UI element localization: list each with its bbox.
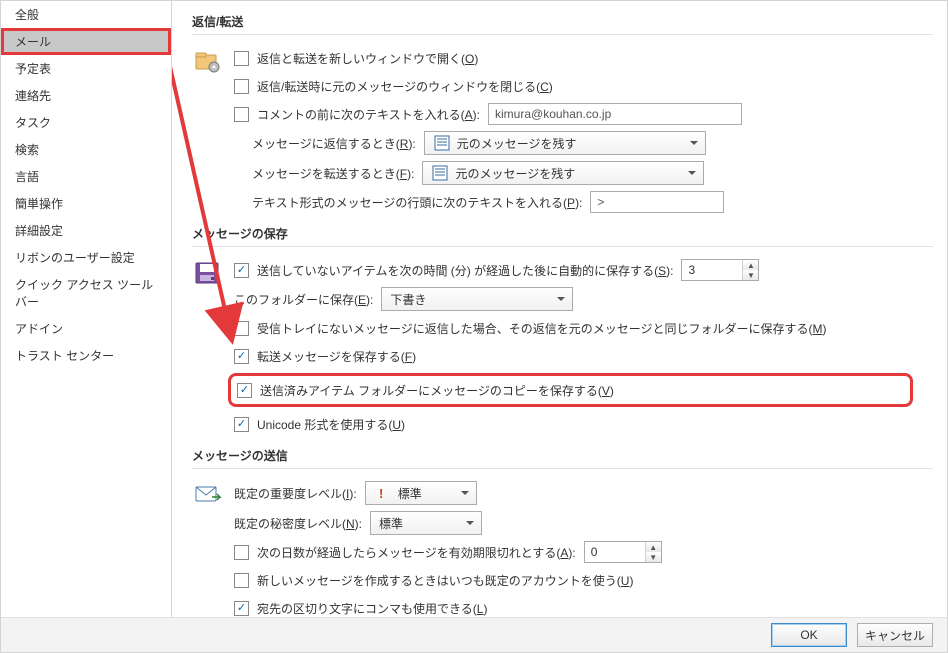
lbl-importance: 既定の重要度レベル(I): (234, 485, 357, 502)
chk-autosave[interactable] (234, 263, 249, 278)
chk-prefix-comment[interactable] (234, 107, 249, 122)
highlight-save-copy-sent: 送信済みアイテム フォルダーにメッセージのコピーを保存する(V) (228, 373, 913, 407)
select-sensitivity-value: 標準 (379, 515, 403, 532)
input-prefix-comment[interactable] (488, 103, 742, 125)
select-forward-action[interactable]: 元のメッセージを残す (422, 161, 704, 185)
section-title-sending: メッセージの送信 (192, 441, 933, 469)
select-save-folder[interactable]: 下書き (381, 287, 573, 311)
sidebar-item-trust-center[interactable]: トラスト センター (1, 342, 171, 369)
chk-expire[interactable] (234, 545, 249, 560)
select-reply-action[interactable]: 元のメッセージを残す (424, 131, 706, 155)
sidebar-item-tasks[interactable]: タスク (1, 109, 171, 136)
svg-text:!: ! (379, 486, 383, 500)
section-saving: メッセージの保存 送信していないアイテムを次の時間 (分) が経過した後に自動的… (192, 219, 933, 435)
lbl-expire: 次の日数が経過したらメッセージを有効期限切れとする(A): (257, 544, 576, 561)
sidebar-item-search[interactable]: 検索 (1, 136, 171, 163)
lbl-close-original: 返信/転送時に元のメッセージのウィンドウを閉じる(C) (257, 78, 553, 95)
chk-reply-same-folder[interactable] (234, 321, 249, 336)
sidebar-item-language[interactable]: 言語 (1, 163, 171, 190)
lbl-use-unicode: Unicode 形式を使用する(U) (257, 416, 405, 433)
dialog-body: 全般 メール 予定表 連絡先 タスク 検索 言語 簡単操作 詳細設定 リボンのユ… (1, 1, 947, 617)
spin-autosave-minutes[interactable]: 3 ▲▼ (681, 259, 759, 281)
dialog-footer: OK キャンセル (1, 617, 947, 652)
lbl-when-replying: メッセージに返信するとき(R): (252, 135, 416, 152)
lbl-prefix-comment: コメントの前に次のテキストを入れる(A): (257, 106, 480, 123)
sidebar-item-qat[interactable]: クイック アクセス ツール バー (1, 271, 171, 315)
category-sidebar: 全般 メール 予定表 連絡先 タスク 検索 言語 簡単操作 詳細設定 リボンのユ… (1, 1, 172, 617)
spin-up-icon[interactable]: ▲ (645, 542, 661, 552)
exclamation-icon: ! (374, 484, 392, 502)
sidebar-item-general[interactable]: 全般 (1, 1, 171, 28)
options-dialog: 全般 メール 予定表 連絡先 タスク 検索 言語 簡単操作 詳細設定 リボンのユ… (0, 0, 948, 653)
save-disk-icon (192, 259, 224, 435)
ok-button[interactable]: OK (771, 623, 847, 647)
spin-up-icon[interactable]: ▲ (742, 260, 758, 270)
lbl-comma-separator: 宛先の区切り文字にコンマも使用できる(L) (257, 600, 487, 617)
message-lines-icon (433, 134, 451, 152)
spin-expire-days[interactable]: 0 ▲▼ (584, 541, 662, 563)
lbl-save-copy-sent: 送信済みアイテム フォルダーにメッセージのコピーを保存する(V) (260, 382, 614, 399)
sidebar-item-addins[interactable]: アドイン (1, 315, 171, 342)
chk-save-forward[interactable] (234, 349, 249, 364)
lbl-save-folder: このフォルダーに保存(E): (234, 291, 373, 308)
lbl-reply-same-folder: 受信トレイにないメッセージに返信した場合、その返信を元のメッセージと同じフォルダ… (257, 320, 827, 337)
sidebar-item-mail[interactable]: メール (1, 28, 171, 55)
section-title-saving: メッセージの保存 (192, 219, 933, 247)
reply-forward-icon (192, 47, 224, 213)
chk-close-original[interactable] (234, 79, 249, 94)
sidebar-item-advanced[interactable]: 詳細設定 (1, 217, 171, 244)
lbl-default-account: 新しいメッセージを作成するときはいつも既定のアカウントを使う(U) (257, 572, 633, 589)
lbl-plain-prefix: テキスト形式のメッセージの行頭に次のテキストを入れる(P): (252, 194, 582, 211)
section-title-reply-forward: 返信/転送 (192, 7, 933, 35)
input-plain-prefix[interactable] (590, 191, 724, 213)
spin-expire-days-value: 0 (585, 545, 645, 559)
select-importance[interactable]: ! 標準 (365, 481, 477, 505)
spin-autosave-minutes-value: 3 (682, 263, 742, 277)
chk-save-copy-sent[interactable] (237, 383, 252, 398)
message-lines-icon (431, 164, 449, 182)
lbl-when-forwarding: メッセージを転送するとき(F): (252, 165, 414, 182)
select-save-folder-value: 下書き (390, 291, 426, 308)
sidebar-item-calendar[interactable]: 予定表 (1, 55, 171, 82)
sidebar-item-contacts[interactable]: 連絡先 (1, 82, 171, 109)
cancel-button[interactable]: キャンセル (857, 623, 933, 647)
section-reply-forward: 返信/転送 返信と転送を新しいウィンドウで開く(O) (192, 7, 933, 213)
section-sending: メッセージの送信 既定の重要度レベル(I): ! 標準 (192, 441, 933, 617)
spin-down-icon[interactable]: ▼ (742, 270, 758, 280)
chk-default-account[interactable] (234, 573, 249, 588)
content-scroll[interactable]: 返信/転送 返信と転送を新しいウィンドウで開く(O) (172, 1, 947, 617)
content-pane: 返信/転送 返信と転送を新しいウィンドウで開く(O) (172, 1, 947, 617)
sidebar-item-ribbon[interactable]: リボンのユーザー設定 (1, 244, 171, 271)
chk-comma-separator[interactable] (234, 601, 249, 616)
select-reply-action-value: 元のメッセージを残す (457, 135, 577, 152)
chk-open-new-window[interactable] (234, 51, 249, 66)
lbl-open-new-window: 返信と転送を新しいウィンドウで開く(O) (257, 50, 478, 67)
select-importance-value: 標準 (398, 485, 422, 502)
spin-down-icon[interactable]: ▼ (645, 552, 661, 562)
lbl-sensitivity: 既定の秘密度レベル(N): (234, 515, 362, 532)
lbl-autosave: 送信していないアイテムを次の時間 (分) が経過した後に自動的に保存する(S): (257, 262, 673, 279)
select-sensitivity[interactable]: 標準 (370, 511, 482, 535)
chk-use-unicode[interactable] (234, 417, 249, 432)
lbl-save-forward: 転送メッセージを保存する(F) (257, 348, 416, 365)
envelope-arrow-icon (192, 481, 224, 617)
select-forward-action-value: 元のメッセージを残す (455, 165, 575, 182)
sidebar-item-accessibility[interactable]: 簡単操作 (1, 190, 171, 217)
